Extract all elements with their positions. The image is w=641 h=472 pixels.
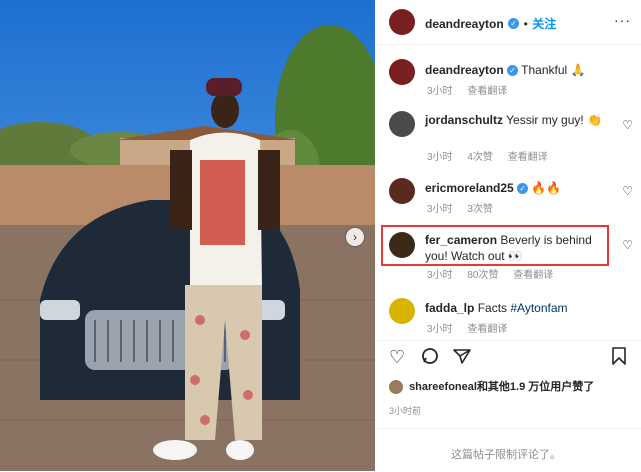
verified-icon: ✓ bbox=[507, 65, 519, 77]
heart-icon[interactable]: ♡ bbox=[389, 347, 405, 368]
comment-time: 3小时 bbox=[427, 152, 453, 163]
comment-meta: 3小时 80次赞 查看翻译 bbox=[427, 266, 565, 281]
author-username[interactable]: deandreayton bbox=[425, 17, 504, 31]
comment-avatar[interactable] bbox=[389, 111, 415, 137]
comment-like-icon[interactable]: ♡ bbox=[622, 238, 633, 252]
comment-text: Facts bbox=[477, 301, 508, 315]
more-options-icon[interactable]: ··· bbox=[614, 12, 631, 28]
action-bar: ♡ bbox=[375, 340, 641, 373]
comment-like-icon[interactable]: ♡ bbox=[622, 118, 633, 132]
carousel-next-button[interactable]: › bbox=[346, 228, 364, 246]
comment-username[interactable]: deandreayton bbox=[425, 63, 504, 77]
post-header: deandreayton ✓ • 关注 ··· bbox=[375, 0, 641, 45]
author-avatar[interactable] bbox=[389, 9, 415, 35]
comment-text: 🔥🔥 bbox=[531, 181, 562, 195]
translate-link[interactable]: 查看翻译 bbox=[467, 86, 507, 97]
author-line: deandreayton ✓ • 关注 bbox=[425, 15, 556, 33]
comment-time: 3小时 bbox=[427, 204, 453, 215]
comment-item: deandreayton ✓ Thankful 🙏 3小时 查看翻译 bbox=[375, 56, 641, 97]
comment-text: Yessir my guy! 👏 bbox=[506, 113, 602, 127]
liker-avatar bbox=[389, 380, 403, 395]
comment-likes[interactable]: 80次赞 bbox=[467, 270, 498, 281]
comment-username[interactable]: jordanschultz bbox=[425, 113, 503, 127]
translate-link[interactable]: 查看翻译 bbox=[513, 270, 553, 281]
comment-likes[interactable]: 4次赞 bbox=[467, 152, 493, 163]
comment-icon[interactable] bbox=[421, 347, 439, 370]
comment-username[interactable]: ericmoreland25 bbox=[425, 181, 514, 195]
comment-meta: 3小时 3次赞 bbox=[427, 200, 505, 215]
comment-item: fadda_lp Facts #Aytonfam 3小时 查看翻译 bbox=[375, 296, 641, 336]
post-timestamp[interactable]: 3小时前 bbox=[389, 404, 421, 417]
comment-meta: 3小时 查看翻译 bbox=[427, 320, 519, 335]
comment-meta: 3小时 查看翻译 bbox=[427, 82, 519, 97]
comment-avatar[interactable] bbox=[389, 298, 415, 324]
likes-count-text[interactable]: 和其他1.9 万位用户赞了 bbox=[477, 381, 594, 393]
comment-body: jordanschultz Yessir my guy! 👏 bbox=[425, 112, 615, 128]
comment-avatar[interactable] bbox=[389, 178, 415, 204]
comment-item: jordanschultz Yessir my guy! 👏 3小时 4次赞 查… bbox=[375, 108, 641, 163]
follow-button[interactable]: 关注 bbox=[532, 17, 556, 31]
comment-likes[interactable]: 3次赞 bbox=[467, 204, 493, 215]
comment-body: deandreayton ✓ Thankful 🙏 bbox=[425, 62, 585, 78]
comment-text: Thankful 🙏 bbox=[521, 63, 586, 77]
comment-body: fadda_lp Facts #Aytonfam bbox=[425, 300, 568, 316]
comment-avatar[interactable] bbox=[389, 59, 415, 85]
hashtag-link[interactable]: #Aytonfam bbox=[510, 301, 567, 315]
likes-summary[interactable]: shareefoneal和其他1.9 万位用户赞了 bbox=[389, 378, 594, 395]
comment-time: 3小时 bbox=[427, 270, 453, 281]
translate-link[interactable]: 查看翻译 bbox=[467, 324, 507, 335]
bookmark-icon[interactable] bbox=[611, 347, 627, 370]
comments-restricted-text: 这篇帖子限制评论了。 bbox=[451, 449, 561, 461]
share-icon[interactable] bbox=[453, 347, 471, 370]
comment-time: 3小时 bbox=[427, 324, 453, 335]
comment-username[interactable]: fadda_lp bbox=[425, 301, 474, 315]
highlight-box bbox=[381, 225, 609, 266]
comment-meta: 3小时 4次赞 查看翻译 bbox=[427, 148, 560, 163]
translate-link[interactable]: 查看翻译 bbox=[508, 152, 548, 163]
verified-icon: ✓ bbox=[508, 18, 520, 30]
comments-restricted-footer: 这篇帖子限制评论了。 bbox=[375, 428, 641, 472]
post-photo[interactable]: › bbox=[0, 0, 375, 471]
liker-username[interactable]: shareefoneal bbox=[409, 381, 477, 393]
separator: • bbox=[523, 17, 528, 31]
comment-time: 3小时 bbox=[427, 86, 453, 97]
comment-body: ericmoreland25 ✓ 🔥🔥 bbox=[425, 180, 561, 196]
verified-icon: ✓ bbox=[517, 183, 529, 195]
comment-item: ericmoreland25 ✓ 🔥🔥 3小时 3次赞 ♡ bbox=[375, 176, 641, 216]
comment-like-icon[interactable]: ♡ bbox=[622, 184, 633, 198]
post-image bbox=[0, 0, 375, 471]
